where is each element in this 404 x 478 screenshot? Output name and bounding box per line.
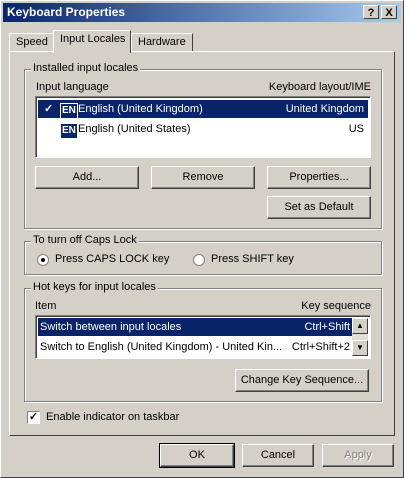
hotkeys-list[interactable]: Switch between input locales Ctrl+Shift … xyxy=(35,315,371,359)
tab-input-locales[interactable]: Input Locales xyxy=(53,30,131,53)
ok-button[interactable]: OK xyxy=(159,443,235,468)
tab-speed[interactable]: Speed xyxy=(9,33,55,51)
apply-button[interactable]: Apply xyxy=(322,444,394,467)
enable-indicator-checkbox[interactable]: ✓ xyxy=(27,411,40,424)
caps-lock-option-label[interactable]: Press CAPS LOCK key xyxy=(55,253,169,265)
caps-lock-radio[interactable] xyxy=(37,254,49,266)
tab-input-locales-label: Input Locales xyxy=(60,33,126,45)
scroll-up-button[interactable]: ▲ xyxy=(352,318,368,334)
locale-layout: United Kingdom xyxy=(285,103,364,115)
apply-button-label: Apply xyxy=(344,449,372,461)
hotkey-item: Switch to English (United Kingdom) - Uni… xyxy=(40,341,283,353)
tab-speed-label: Speed xyxy=(16,36,48,48)
locale-layout: US xyxy=(348,123,364,135)
dialog-window: Keyboard Properties ? X Speed Input Loca… xyxy=(0,0,404,478)
scroll-down-button[interactable]: ▼ xyxy=(352,340,368,356)
table-row[interactable]: Switch to English (United Kingdom) - Uni… xyxy=(38,338,352,356)
installed-locales-list[interactable]: ✓ EN English (United Kingdom) United Kin… xyxy=(35,96,371,158)
locale-language: English (United States) xyxy=(78,123,191,135)
remove-button[interactable]: Remove xyxy=(151,166,255,189)
hotkeys-group: Hot keys for input locales Item Key sequ… xyxy=(24,281,382,402)
arrow-up-icon: ▲ xyxy=(356,321,364,330)
arrow-down-icon: ▼ xyxy=(356,343,364,352)
cancel-button-label: Cancel xyxy=(260,449,296,461)
capslock-group-label: To turn off Caps Lock xyxy=(31,234,139,246)
help-button[interactable]: ? xyxy=(363,5,379,19)
keyboard-layout-header: Keyboard layout/IME xyxy=(268,81,371,93)
list-item[interactable]: ✓ EN English (United Kingdom) United Kin… xyxy=(38,100,368,119)
remove-button-label: Remove xyxy=(182,171,224,183)
list-item[interactable]: EN English (United States) US xyxy=(38,120,368,139)
close-icon: X xyxy=(385,7,393,19)
enable-indicator-label[interactable]: Enable indicator on taskbar xyxy=(46,411,179,423)
change-key-sequence-button[interactable]: Change Key Sequence... xyxy=(235,369,369,392)
en-badge-icon: EN xyxy=(60,103,78,119)
tab-hardware[interactable]: Hardware xyxy=(131,33,193,51)
properties-button-label: Properties... xyxy=(289,171,349,183)
key-sequence-header: Key sequence xyxy=(301,300,371,312)
set-as-default-label: Set as Default xyxy=(284,201,354,213)
tab-panel: Installed input locales Input language K… xyxy=(9,51,395,436)
set-as-default-button[interactable]: Set as Default xyxy=(267,196,371,219)
hotkey-sequence: Ctrl+Shift xyxy=(304,321,350,333)
shift-radio[interactable] xyxy=(193,254,205,266)
hotkeys-scrollbar[interactable]: ▲ ▼ xyxy=(352,318,368,356)
shift-option-label[interactable]: Press SHIFT key xyxy=(211,253,294,265)
installed-locales-group: Installed input locales Input language K… xyxy=(24,62,382,229)
installed-locales-label: Installed input locales xyxy=(31,62,141,74)
item-header: Item xyxy=(35,300,57,312)
properties-button[interactable]: Properties... xyxy=(267,166,371,189)
capslock-group: To turn off Caps Lock Press CAPS LOCK ke… xyxy=(24,234,382,275)
add-button[interactable]: Add... xyxy=(35,166,139,189)
help-icon: ? xyxy=(367,7,375,19)
input-language-header: Input language xyxy=(36,81,109,93)
locale-language: English (United Kingdom) xyxy=(78,103,203,115)
hotkey-item: Switch between input locales xyxy=(40,321,182,333)
ok-button-label: OK xyxy=(189,449,205,461)
checkbox-check-icon: ✓ xyxy=(28,411,39,423)
table-row[interactable]: Switch between input locales Ctrl+Shift xyxy=(38,318,352,336)
close-button[interactable]: X xyxy=(381,5,397,19)
change-key-sequence-label: Change Key Sequence... xyxy=(240,374,364,386)
en-badge-icon: EN xyxy=(60,123,78,139)
tab-hardware-label: Hardware xyxy=(138,36,186,48)
hotkeys-group-label: Hot keys for input locales xyxy=(31,281,158,293)
hotkey-sequence: Ctrl+Shift+2 xyxy=(291,341,350,353)
add-button-label: Add... xyxy=(72,171,102,183)
checkmark-icon: ✓ xyxy=(44,103,54,115)
cancel-button[interactable]: Cancel xyxy=(242,444,314,467)
window-title: Keyboard Properties xyxy=(7,5,126,19)
title-bar[interactable]: Keyboard Properties ? X xyxy=(3,3,401,22)
